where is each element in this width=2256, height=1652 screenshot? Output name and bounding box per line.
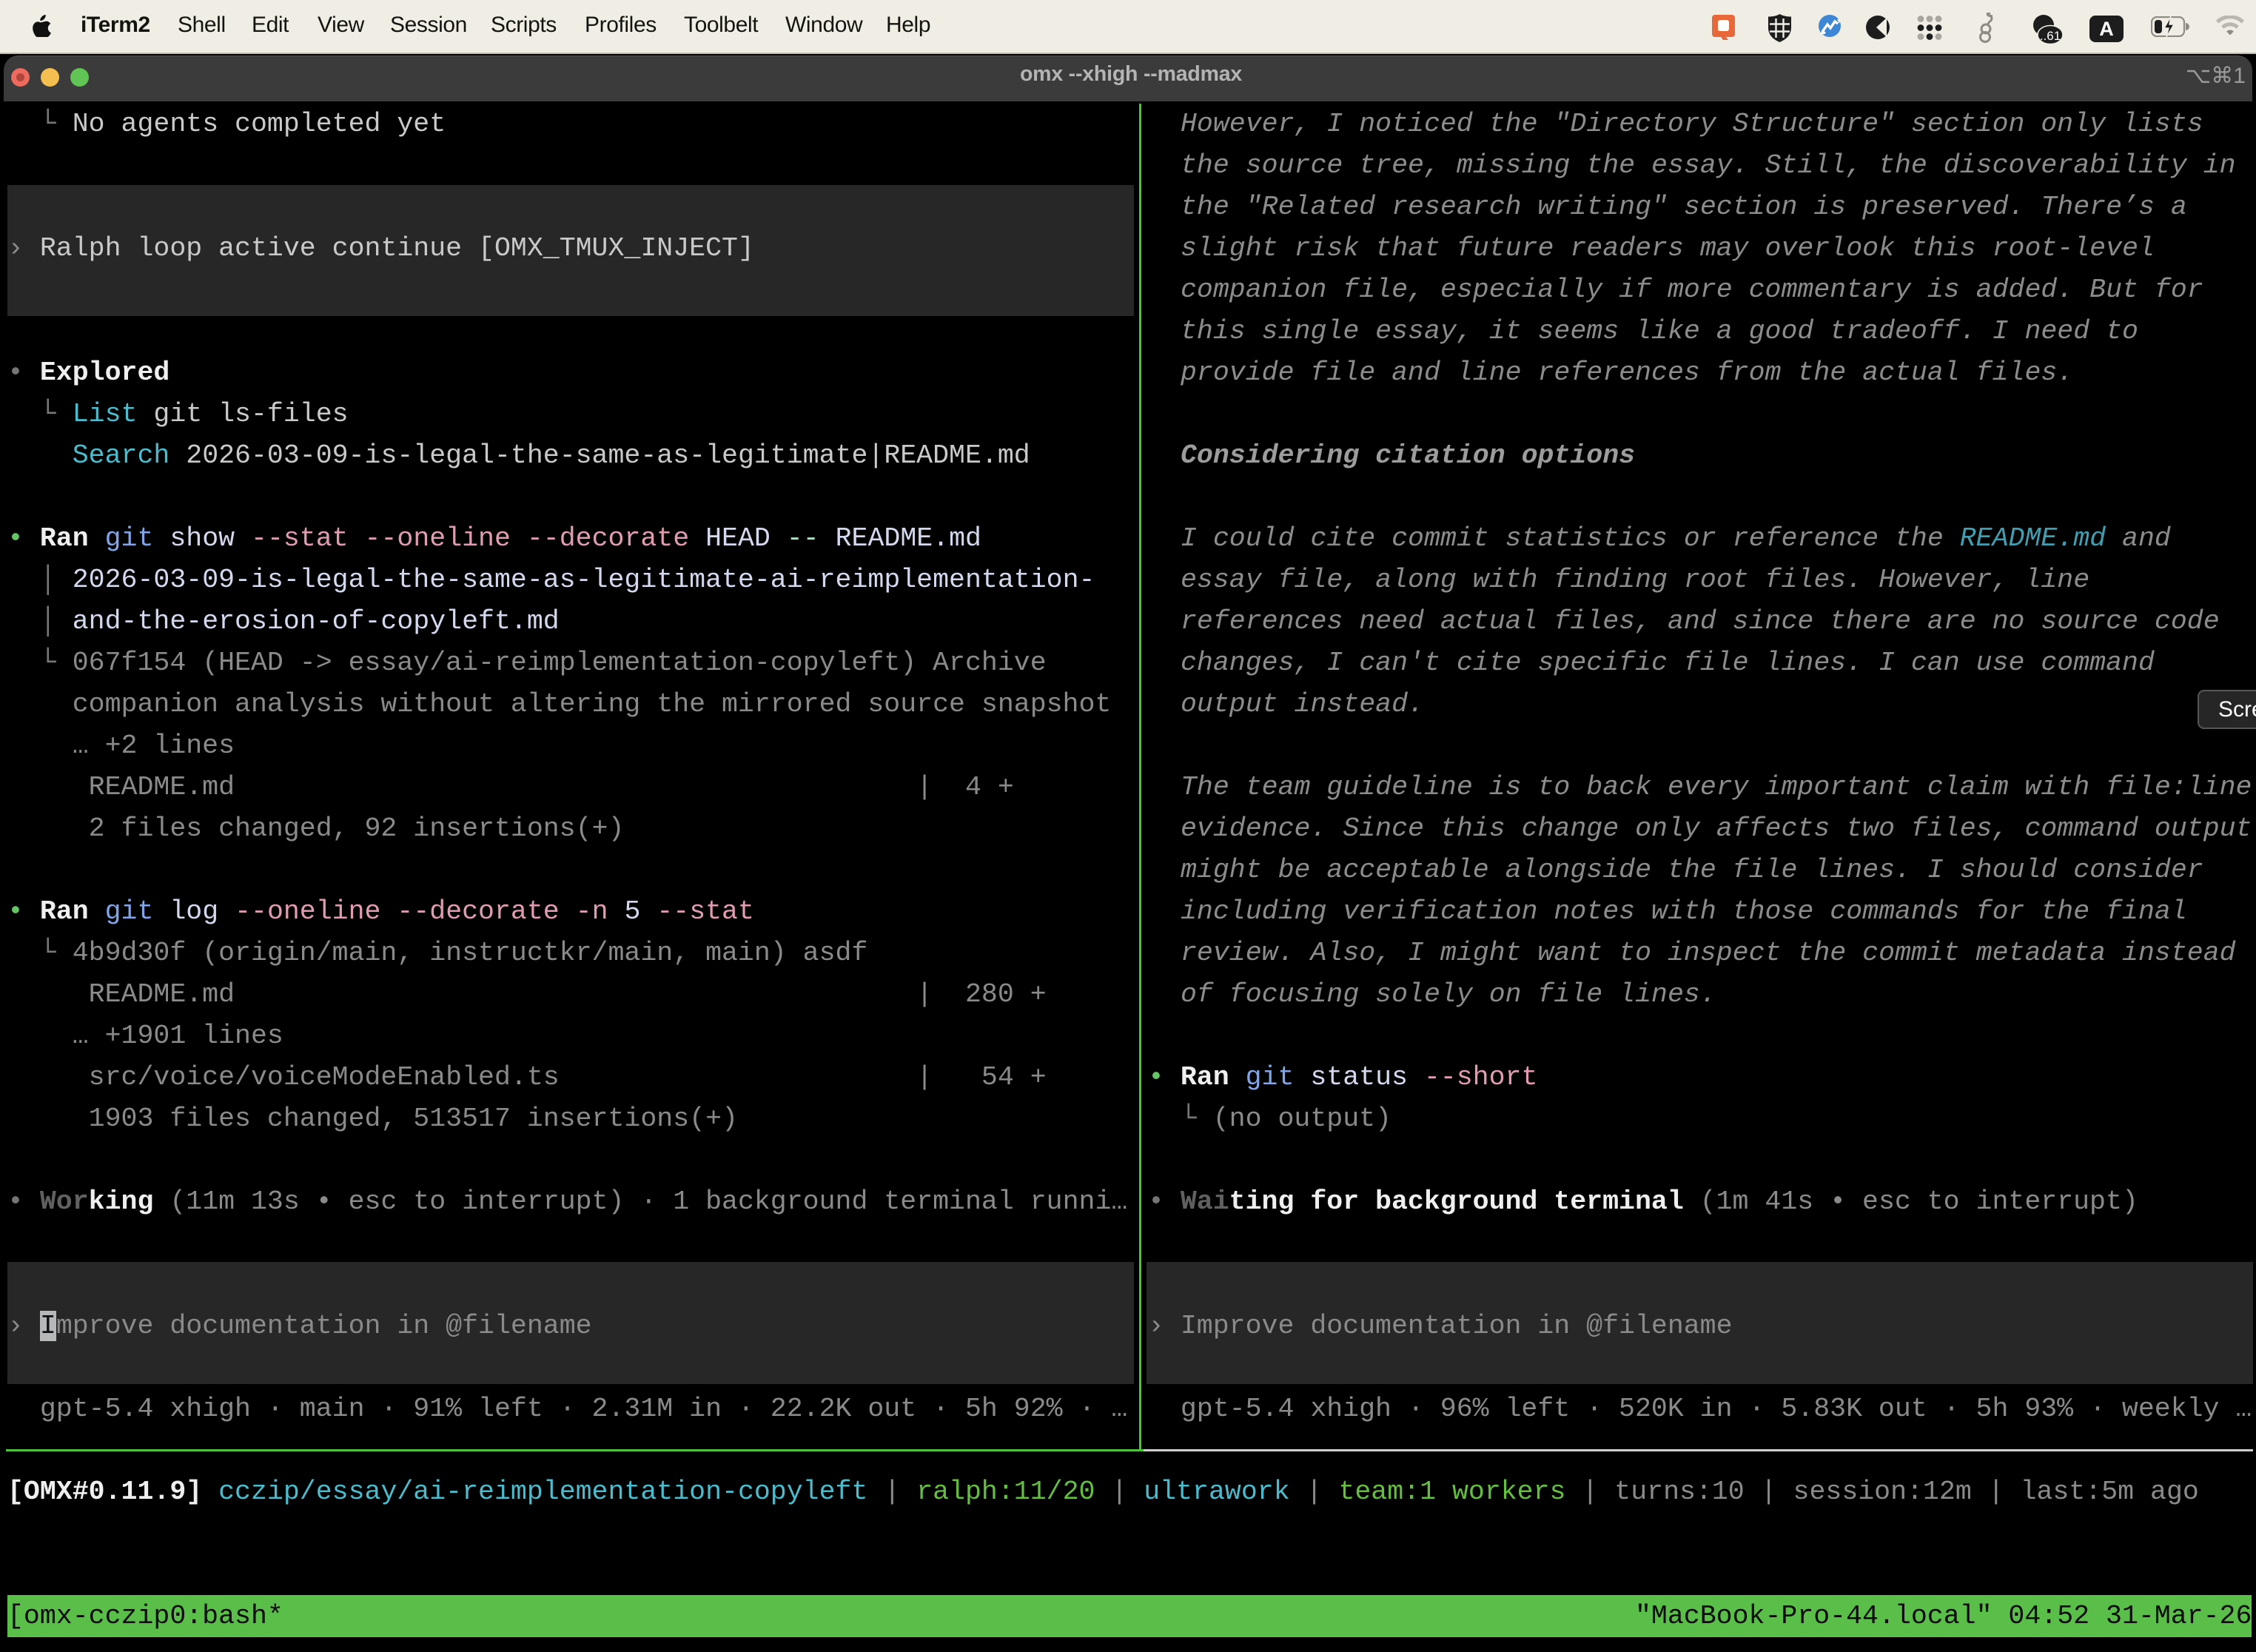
svg-text:..61: ..61 — [2040, 29, 2061, 43]
